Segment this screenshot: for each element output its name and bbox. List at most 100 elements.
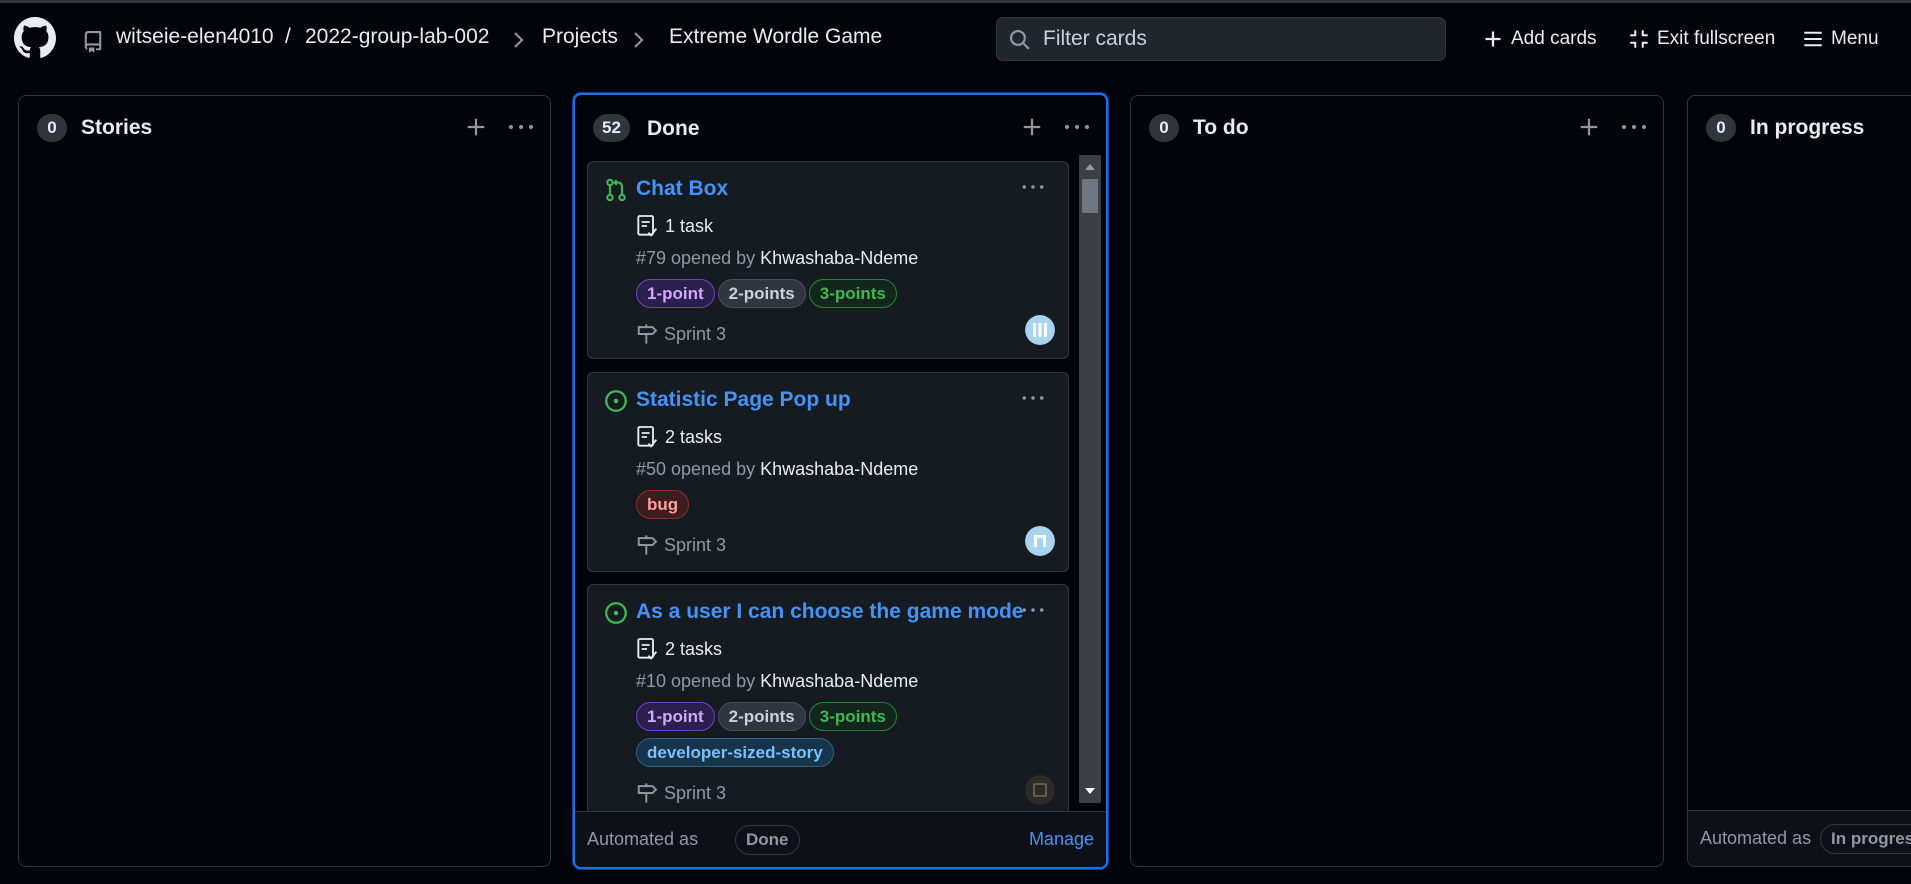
column-title: To do [1193,116,1249,139]
column-card-count: 0 [37,114,67,142]
column-title: Done [647,117,700,140]
filter-cards-input[interactable] [1043,24,1433,54]
add-cards-label: Add cards [1511,28,1597,49]
author-link[interactable]: Khwashaba-Ndeme [760,671,918,691]
issue-number: #10 opened by [636,671,761,691]
column-more-options-icon[interactable] [1063,116,1091,138]
label-1-point[interactable]: 1-point [636,279,715,308]
author-link[interactable]: Khwashaba-Ndeme [760,459,918,479]
exit-fullscreen-icon [1630,30,1648,48]
column-card-count: 52 [593,114,630,142]
automation-badge: In progress [1820,824,1911,854]
card-labels: 1-point 2-points 3-points developer-sized-s… [636,702,1056,774]
label-developer-sized-story[interactable]: developer-sized-story [636,738,834,767]
card-title[interactable]: As a user I can choose the game mode [636,600,1023,624]
column-scrollbar[interactable] [1079,155,1101,803]
card-meta: #10 opened by Khwashaba-Ndeme [636,671,918,692]
assignee-avatar[interactable] [1025,526,1055,556]
chevron-right-icon [514,32,524,48]
pull-request-icon [606,178,626,202]
automated-as-label: Automated as [587,829,699,849]
column-more-options-icon[interactable] [1620,116,1648,138]
card-chat-box[interactable]: Chat Box 1 task #79 opened by Khwashaba-… [587,161,1069,359]
card-meta: #50 opened by Khwashaba-Ndeme [636,459,918,480]
breadcrumb-repo[interactable]: 2022-group-lab-002 [305,25,489,49]
breadcrumb-separator: / [285,25,291,48]
issue-number: #50 opened by [636,459,761,479]
card-choose-game-mode[interactable]: As a user I can choose the game mode 2 t… [587,584,1069,824]
add-card-plus-icon[interactable] [465,116,487,138]
search-icon [1009,29,1030,50]
author-link[interactable]: Khwashaba-Ndeme [760,248,918,268]
card-more-options-icon[interactable] [1020,180,1046,194]
column-automation-footer: Automated as In progress [1688,810,1911,866]
github-logo-icon[interactable] [14,17,56,59]
project-title: Extreme Wordle Game [669,25,883,48]
task-count-label: 2 tasks [665,638,723,659]
assignee-avatar[interactable] [1025,775,1055,805]
milestone-icon [637,535,658,555]
label-3-points[interactable]: 3-points [808,702,897,731]
label-3-points[interactable]: 3-points [808,279,897,308]
plus-icon [1485,31,1501,47]
column-to-do: 0 To do [1130,95,1664,867]
milestone-label: Sprint 3 [664,782,727,803]
column-card-count: 0 [1706,114,1736,142]
add-card-plus-icon[interactable] [1578,116,1600,138]
menu-button[interactable]: Menu [1803,25,1879,53]
label-1-point[interactable]: 1-point [636,702,715,731]
checklist-icon [637,215,658,237]
checklist-icon [637,426,658,448]
milestone-icon [637,783,658,803]
card-title[interactable]: Chat Box [636,177,728,201]
exit-fullscreen-label: Exit fullscreen [1657,28,1776,49]
hamburger-menu-icon [1804,31,1822,47]
automation-badge: Done [735,825,800,855]
card-more-options-icon[interactable] [1020,603,1046,617]
filter-cards-search[interactable] [996,17,1446,61]
column-title: Stories [81,116,153,139]
card-statistic-page-pop-up[interactable]: Statistic Page Pop up 2 tasks #50 opened… [587,372,1069,572]
card-milestone[interactable]: Sprint 3 [636,782,726,804]
scroll-up-arrow-icon[interactable] [1084,163,1096,171]
column-in-progress: 0 In progress Automated as In progress [1687,95,1911,867]
manage-automation-link[interactable]: Manage [1029,829,1094,850]
task-count: 1 task [636,214,713,238]
open-issue-icon [605,602,627,624]
card-title[interactable]: Statistic Page Pop up [636,388,851,412]
label-bug[interactable]: bug [636,490,690,519]
breadcrumb-projects[interactable]: Projects [542,25,618,49]
breadcrumb-owner[interactable]: witseie-elen4010 [116,25,274,49]
card-labels: bug [636,490,1056,526]
label-2-points[interactable]: 2-points [717,702,806,731]
milestone-label: Sprint 3 [664,534,727,555]
automated-as-label: Automated as [1700,828,1812,848]
top-bar: witseie-elen4010 / 2022-group-lab-002 Pr… [0,0,1911,76]
column-more-options-icon[interactable] [507,116,535,138]
card-meta: #79 opened by Khwashaba-Ndeme [636,248,918,269]
card-milestone[interactable]: Sprint 3 [636,323,726,345]
scroll-down-arrow-icon[interactable] [1084,787,1096,795]
label-2-points[interactable]: 2-points [717,279,806,308]
exit-fullscreen-button[interactable]: Exit fullscreen [1629,25,1775,53]
add-card-plus-icon[interactable] [1021,116,1043,138]
assignee-avatar[interactable] [1025,315,1055,345]
column-stories: 0 Stories [18,95,551,867]
task-count: 2 tasks [636,425,722,449]
column-title: In progress [1750,116,1865,139]
repo-icon [84,31,102,53]
task-count-label: 2 tasks [665,426,723,447]
chevron-right-icon [634,32,644,48]
card-labels: 1-point 2-points 3-points [636,279,1056,315]
menu-label: Menu [1831,28,1879,49]
milestone-label: Sprint 3 [664,323,727,344]
column-automation-footer: Automated as Done Manage [575,811,1106,867]
card-milestone[interactable]: Sprint 3 [636,534,726,556]
card-more-options-icon[interactable] [1020,391,1046,405]
issue-number: #79 opened by [636,248,761,268]
milestone-icon [637,324,658,344]
task-count: 2 tasks [636,637,722,661]
scrollbar-thumb[interactable] [1082,179,1098,213]
column-done: 52 Done Chat Box 1 task #79 opened by Kh… [573,93,1108,869]
add-cards-button[interactable]: Add cards [1483,25,1597,53]
